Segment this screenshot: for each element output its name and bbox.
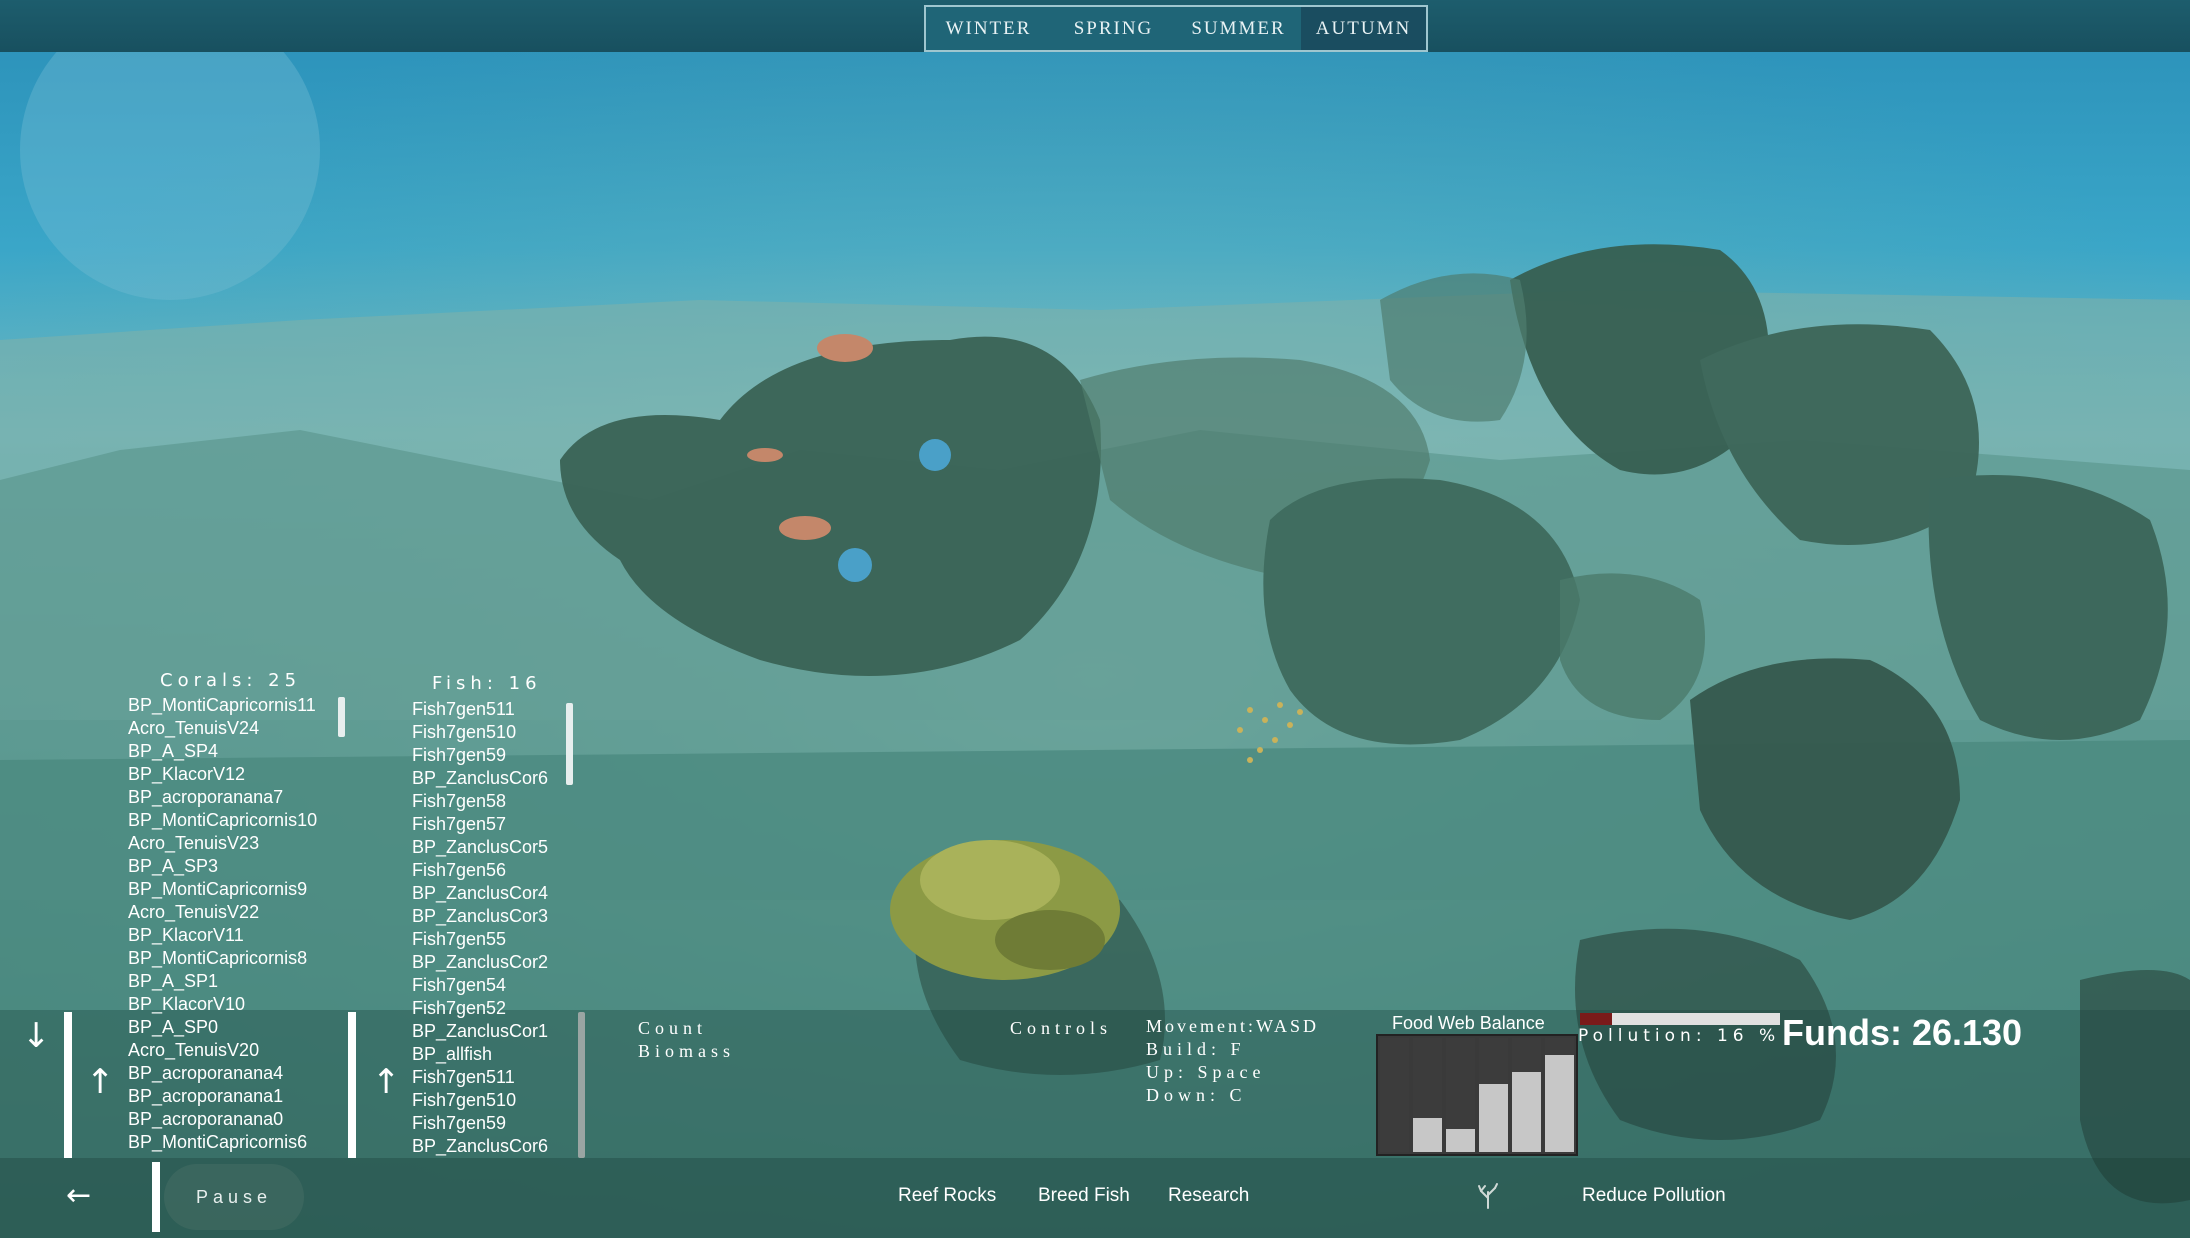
coral-list-item[interactable]: Acro_TenuisV22 [128, 901, 317, 924]
fish-list-item[interactable]: Fish7gen511 [412, 1066, 548, 1089]
reduce-pollution-button[interactable]: Reduce Pollution [1582, 1185, 1726, 1207]
research-button[interactable]: Research [1168, 1185, 1249, 1207]
fish-list-item[interactable]: BP_ZanclusCor6 [412, 767, 548, 790]
coral-list-divider [64, 1012, 72, 1158]
sort-descending-arrow-icon[interactable]: ↓ [22, 1016, 51, 1056]
food-web-bar [1479, 1038, 1508, 1152]
fish-list-item[interactable]: Fish7gen58 [412, 790, 548, 813]
food-web-bar [1512, 1038, 1541, 1152]
coral-list-item[interactable]: BP_MontiCapricornis10 [128, 809, 317, 832]
season-winter-tab[interactable]: WINTER [926, 7, 1051, 50]
food-web-bar-fill [1413, 1117, 1442, 1152]
fish-list-item[interactable]: BP_ZanclusCor5 [412, 836, 548, 859]
coral-list-item[interactable]: BP_acroporanana4 [128, 1062, 317, 1085]
pause-button[interactable]: Pause [164, 1164, 304, 1230]
fish-list-item[interactable]: BP_ZanclusCor3 [412, 905, 548, 928]
controls-up: Up: Space [1146, 1062, 1266, 1082]
coral-list-item[interactable]: BP_acroporanana7 [128, 786, 317, 809]
controls-build: Build: F [1146, 1039, 1246, 1059]
fish-list-item[interactable]: Fish7gen52 [412, 997, 548, 1020]
fish-list-item[interactable]: Fish7gen510 [412, 721, 548, 744]
coral-list-item[interactable]: BP_A_SP1 [128, 970, 317, 993]
corals-scrollbar[interactable] [338, 697, 345, 737]
food-web-chart [1376, 1034, 1578, 1156]
fish-scroll-track [578, 1012, 585, 1158]
coral-list-item[interactable]: BP_KlacorV11 [128, 924, 317, 947]
fish-list-item[interactable]: Fish7gen56 [412, 859, 548, 882]
fish-list-item[interactable]: Fish7gen510 [412, 1089, 548, 1112]
food-web-title: Food Web Balance [1392, 1013, 1545, 1033]
coral-list-item[interactable]: Acro_TenuisV20 [128, 1039, 317, 1062]
fish-list-item[interactable]: BP_ZanclusCor2 [412, 951, 548, 974]
controls-movement: Movement:WASD [1146, 1016, 1319, 1036]
coral-list-item[interactable]: BP_acroporanana0 [128, 1108, 317, 1131]
season-spring-tab[interactable]: SPRING [1051, 7, 1176, 50]
pollution-label: Pollution: 16 % [1578, 1026, 1781, 1046]
controls-title: Controls [1010, 1018, 1113, 1038]
fish-list-item[interactable]: Fish7gen59 [412, 744, 548, 767]
toolbar-divider [152, 1162, 160, 1232]
fish-scrollbar[interactable] [566, 703, 573, 785]
funds-display: Funds: 26.130 [1782, 1012, 2023, 1053]
coral-list-item[interactable]: BP_MontiCapricornis6 [128, 1131, 317, 1154]
fish-list-item[interactable]: Fish7gen55 [412, 928, 548, 951]
fish-list-divider [348, 1012, 356, 1158]
food-web-bar-fill [1446, 1129, 1475, 1152]
season-selector: WINTER SPRING SUMMER AUTUMN [924, 5, 1428, 52]
fish-list-item[interactable]: Fish7gen57 [412, 813, 548, 836]
coral-list-item[interactable]: BP_MontiCapricornis11 [128, 694, 317, 717]
fish-list-item[interactable]: Fish7gen54 [412, 974, 548, 997]
coral-sort-up-arrow-icon[interactable]: ↑ [86, 1062, 115, 1102]
fish-list-item[interactable]: BP_ZanclusCor1 [412, 1020, 548, 1043]
coral-list-item[interactable]: BP_A_SP3 [128, 855, 317, 878]
coral-list-item[interactable]: BP_MontiCapricornis8 [128, 947, 317, 970]
season-summer-tab[interactable]: SUMMER [1176, 7, 1301, 50]
food-web-bar [1380, 1038, 1409, 1152]
back-arrow-icon[interactable]: ← [66, 1178, 91, 1213]
coral-list-item[interactable]: BP_MontiCapricornis9 [128, 878, 317, 901]
sort-count-option[interactable]: Count [638, 1018, 707, 1039]
coral-list-item[interactable]: BP_A_SP4 [128, 740, 317, 763]
fish-list-item[interactable]: BP_allfish [412, 1043, 548, 1066]
season-autumn-tab[interactable]: AUTUMN [1301, 7, 1426, 50]
corals-title: Corals: 25 [160, 670, 302, 691]
fish-list: Fish7gen511 Fish7gen510 Fish7gen59 BP_Zancl… [412, 698, 548, 1158]
coral-list-item[interactable]: BP_A_SP0 [128, 1016, 317, 1039]
controls-down: Down: C [1146, 1085, 1247, 1105]
food-web-bar-fill [1545, 1055, 1574, 1152]
coral-list-item[interactable]: BP_KlacorV12 [128, 763, 317, 786]
coral-branch-icon[interactable] [1474, 1182, 1502, 1210]
fish-list-item[interactable]: BP_ZanclusCor6 [412, 1135, 548, 1158]
food-web-bar [1545, 1038, 1574, 1152]
fish-list-item[interactable]: BP_ZanclusCor4 [412, 882, 548, 905]
fish-sort-up-arrow-icon[interactable]: ↑ [372, 1062, 401, 1102]
pollution-bar-fill [1580, 1013, 1612, 1025]
coral-list-item[interactable]: BP_KlacorV10 [128, 993, 317, 1016]
food-web-bar-fill [1479, 1083, 1508, 1152]
coral-list-item[interactable]: Acro_TenuisV24 [128, 717, 317, 740]
fish-list-item[interactable]: Fish7gen59 [412, 1112, 548, 1135]
breed-fish-button[interactable]: Breed Fish [1038, 1185, 1130, 1207]
reef-rocks-button[interactable]: Reef Rocks [898, 1185, 996, 1207]
food-web-bar [1413, 1038, 1442, 1152]
corals-list: BP_MontiCapricornis11 Acro_TenuisV24 BP_A_… [128, 694, 317, 1154]
food-web-bar-fill [1512, 1072, 1541, 1152]
coral-list-item[interactable]: Acro_TenuisV23 [128, 832, 317, 855]
sort-biomass-option[interactable]: Biomass [638, 1041, 735, 1062]
food-web-bar [1446, 1038, 1475, 1152]
fish-list-item[interactable]: Fish7gen511 [412, 698, 548, 721]
fish-title: Fish: 16 [432, 673, 542, 694]
pollution-bar [1580, 1013, 1780, 1025]
coral-list-item[interactable]: BP_acroporanana1 [128, 1085, 317, 1108]
